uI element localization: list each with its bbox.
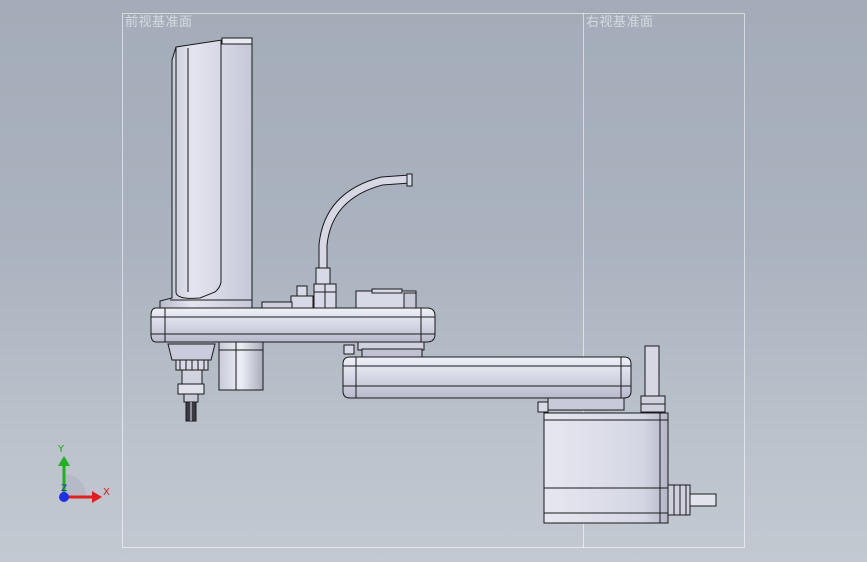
robot-base[interactable] — [543, 412, 669, 524]
cable-hose[interactable] — [315, 173, 413, 285]
y-axis-arrow — [58, 456, 70, 466]
x-axis-label: X — [103, 487, 110, 498]
graphics-viewport[interactable]: 前视基准面 右视基准面 Y X Z — [0, 0, 867, 562]
arm-1[interactable] — [150, 307, 436, 343]
scara-robot-model[interactable] — [0, 0, 867, 562]
z-axis-label: Z — [61, 484, 68, 494]
arm-2[interactable] — [342, 356, 632, 399]
joint2-flange[interactable] — [343, 341, 425, 358]
y-axis-label: Y — [58, 444, 65, 455]
x-axis-arrow — [92, 491, 102, 503]
cable-gland[interactable] — [667, 484, 717, 516]
spline-shaft[interactable] — [167, 343, 216, 422]
z-motor[interactable] — [218, 341, 264, 391]
z-column[interactable] — [159, 37, 253, 309]
arm1-top-fittings[interactable] — [261, 283, 417, 309]
